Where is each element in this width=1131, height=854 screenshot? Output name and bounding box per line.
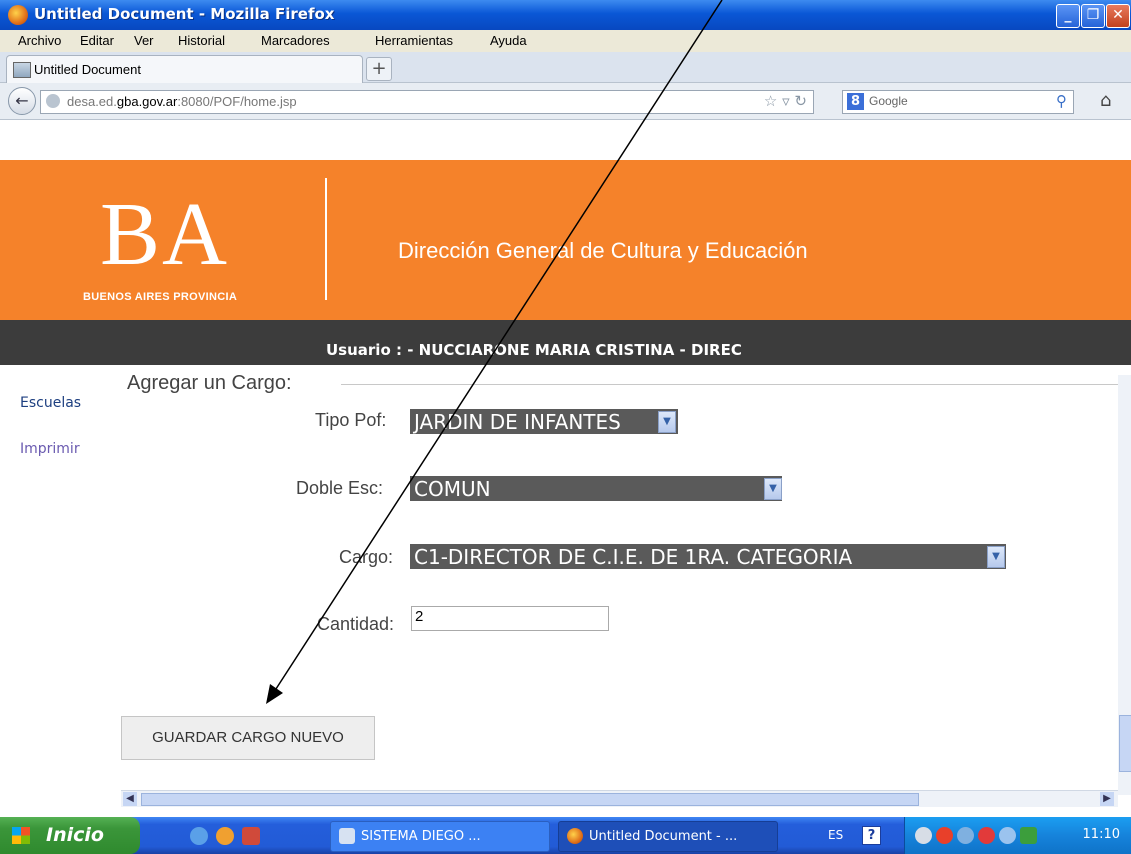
user-info: Usuario : - NUCCIARONE MARIA CRISTINA - …	[326, 341, 742, 359]
back-button[interactable]: ←	[8, 87, 36, 115]
menu-herramientas[interactable]: Herramientas	[375, 33, 453, 48]
tab-bar: Untitled Document +	[0, 52, 1131, 83]
cantidad-label: Cantidad:	[317, 614, 395, 634]
minimize-button[interactable]: _	[1056, 4, 1080, 28]
url-text: desa.ed.gba.gov.ar:8080/POF/home.jsp	[67, 94, 297, 109]
url-bar[interactable]: desa.ed.gba.gov.ar:8080/POF/home.jsp ☆ ▿…	[40, 90, 814, 114]
start-label: Inicio	[46, 824, 104, 846]
clock: 11:10	[1082, 827, 1120, 842]
home-icon[interactable]: ⌂	[1100, 90, 1111, 111]
search-engine-icon[interactable]: 8	[847, 93, 864, 110]
firefox-icon	[8, 5, 28, 25]
menu-editar[interactable]: Editar	[80, 33, 114, 48]
acrobat-icon[interactable]	[242, 827, 260, 845]
search-icon[interactable]: ⚲	[1056, 92, 1067, 110]
fieldset-border	[341, 384, 1121, 385]
cargo-value: C1-DIRECTOR DE C.I.E. DE 1RA. CATEGORIA	[414, 545, 853, 569]
sidebar-item-escuelas[interactable]: Escuelas	[20, 395, 81, 411]
vertical-scroll-thumb[interactable]	[1119, 715, 1131, 772]
firefox-icon	[567, 828, 583, 844]
tab-untitled-document[interactable]: Untitled Document	[6, 55, 363, 83]
search-bar[interactable]: 8 Google ⚲	[842, 90, 1074, 114]
doble-esc-value: COMUN	[414, 477, 491, 501]
window-title-bar: Untitled Document - Mozilla Firefox _ ❐ …	[0, 0, 1131, 30]
horizontal-scrollbar[interactable]: ◀ ▶	[121, 790, 1118, 807]
menu-marcadores[interactable]: Marcadores	[261, 33, 330, 48]
taskbar: Inicio SISTEMA DIEGO ... Untitled Docume…	[0, 817, 1131, 854]
language-indicator[interactable]: ES	[828, 828, 843, 842]
close-button[interactable]: ✕	[1106, 4, 1130, 28]
menu-bar: Archivo Editar Ver Historial Marcadores …	[0, 30, 1131, 52]
cantidad-value: 2	[415, 608, 424, 625]
network-icon[interactable]	[915, 827, 932, 844]
save-cargo-button[interactable]: GUARDAR CARGO NUEVO	[121, 716, 375, 760]
task-label: Untitled Document - ...	[589, 829, 738, 844]
document-icon	[339, 828, 355, 844]
fieldset-legend: Agregar un Cargo:	[127, 372, 292, 394]
doble-esc-label: Doble Esc:	[296, 478, 384, 498]
scroll-right-button[interactable]: ▶	[1100, 792, 1114, 806]
tipo-pof-value: JARDIN DE INFANTES	[414, 410, 621, 434]
chevron-down-icon[interactable]: ▼	[764, 478, 782, 500]
cantidad-input[interactable]: 2	[411, 606, 609, 631]
3d-app-icon[interactable]	[1020, 827, 1037, 844]
security-icon[interactable]	[978, 827, 995, 844]
tipo-pof-select[interactable]: JARDIN DE INFANTES ▼	[410, 409, 678, 434]
sidebar-item-imprimir[interactable]: Imprimir	[20, 441, 80, 457]
menu-archivo[interactable]: Archivo	[18, 33, 61, 48]
user-bar: Usuario : - NUCCIARONE MARIA CRISTINA - …	[0, 320, 1131, 365]
vertical-scrollbar[interactable]	[1118, 375, 1131, 795]
taskbar-item-sistema[interactable]: SISTEMA DIEGO ...	[330, 821, 550, 852]
ba-logo: BA	[100, 185, 230, 284]
navigation-bar: ← desa.ed.gba.gov.ar:8080/POF/home.jsp ☆…	[0, 83, 1131, 120]
cargo-select[interactable]: C1-DIRECTOR DE C.I.E. DE 1RA. CATEGORIA …	[410, 544, 1006, 569]
organization-name: Dirección General de Cultura y Educación	[398, 238, 808, 263]
antivirus-icon[interactable]	[936, 827, 953, 844]
ie-icon[interactable]	[190, 827, 208, 845]
page-banner: BA BUENOS AIRES PROVINCIA Dirección Gene…	[0, 160, 1131, 320]
media-player-icon[interactable]	[216, 827, 234, 845]
taskbar-item-firefox[interactable]: Untitled Document - ...	[558, 821, 778, 852]
doble-esc-select[interactable]: COMUN ▼	[410, 476, 782, 501]
search-placeholder: Google	[869, 94, 908, 108]
windows-logo-icon	[12, 827, 30, 844]
menu-ayuda[interactable]: Ayuda	[490, 33, 527, 48]
monitor-icon[interactable]	[957, 827, 974, 844]
task-label: SISTEMA DIEGO ...	[361, 829, 481, 844]
menu-ver[interactable]: Ver	[134, 33, 154, 48]
help-icon[interactable]: ?	[862, 826, 881, 845]
horizontal-scroll-thumb[interactable]	[141, 793, 919, 806]
logo-subtitle: BUENOS AIRES PROVINCIA	[83, 291, 238, 303]
banner-divider	[325, 178, 327, 300]
menu-historial[interactable]: Historial	[178, 33, 225, 48]
window-title: Untitled Document - Mozilla Firefox	[34, 5, 335, 23]
system-tray: 11:10	[904, 817, 1131, 854]
start-button[interactable]: Inicio	[0, 817, 140, 854]
bookmark-star-icon[interactable]: ☆ ▿ ↻	[764, 92, 807, 110]
maximize-button[interactable]: ❐	[1081, 4, 1105, 28]
messenger-icon[interactable]	[999, 827, 1016, 844]
scroll-left-button[interactable]: ◀	[123, 792, 137, 806]
page-favicon-icon	[13, 62, 31, 78]
arrow-head	[266, 684, 283, 704]
new-tab-button[interactable]: +	[366, 57, 392, 81]
chevron-down-icon[interactable]: ▼	[658, 411, 676, 433]
tab-label: Untitled Document	[34, 62, 141, 77]
globe-icon	[46, 94, 60, 108]
tipo-pof-label: Tipo Pof:	[315, 410, 387, 430]
cargo-label: Cargo:	[339, 547, 394, 567]
chevron-down-icon[interactable]: ▼	[987, 546, 1005, 568]
